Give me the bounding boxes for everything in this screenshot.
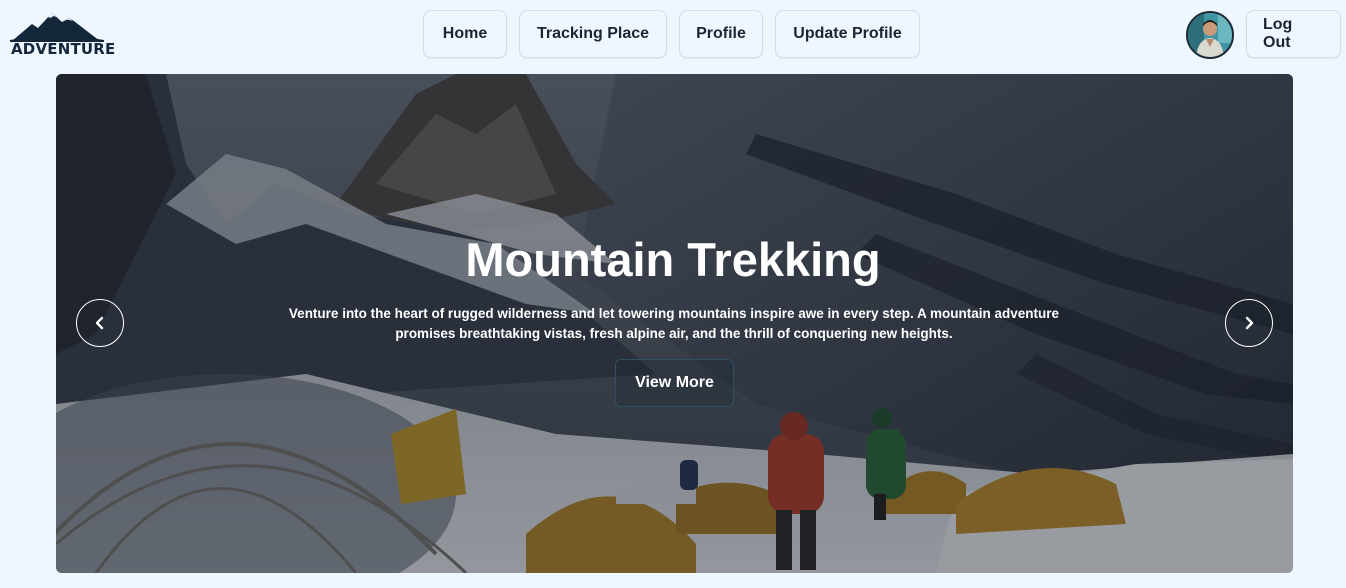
brand-logo[interactable]: ADVENTURE — [10, 10, 116, 60]
logout-button[interactable]: Log Out — [1246, 10, 1341, 58]
avatar-photo — [1188, 13, 1232, 57]
hero-title: Mountain Trekking — [465, 233, 881, 286]
nav-update-profile-button[interactable]: Update Profile — [775, 10, 920, 58]
view-more-button[interactable]: View More — [615, 359, 734, 407]
hero-description: Venture into the heart of rugged wildern… — [288, 306, 1060, 341]
user-avatar[interactable] — [1186, 11, 1234, 59]
main-nav: Home Tracking Place Profile Update Profi… — [423, 10, 920, 58]
chevron-right-icon — [1245, 316, 1254, 330]
carousel-prev-button[interactable] — [76, 299, 124, 347]
carousel-next-button[interactable] — [1225, 299, 1273, 347]
nav-profile-button[interactable]: Profile — [679, 10, 763, 58]
nav-tracking-place-button[interactable]: Tracking Place — [519, 10, 667, 58]
brand-name: ADVENTURE — [11, 40, 116, 58]
mountain-logo-icon — [10, 13, 104, 42]
chevron-left-icon — [95, 316, 104, 330]
top-navbar: ADVENTURE Home Tracking Place Profile Up… — [0, 0, 1346, 70]
nav-home-button[interactable]: Home — [423, 10, 507, 58]
